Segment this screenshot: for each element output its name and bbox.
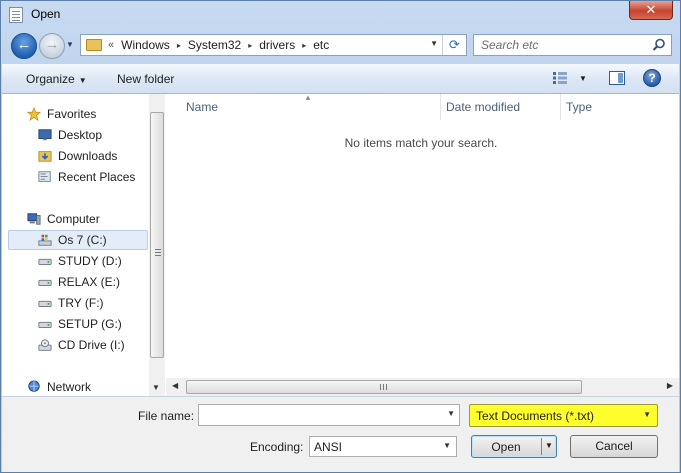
open-button[interactable]: Open ▼ bbox=[471, 435, 557, 458]
file-list-scrollbar[interactable]: ◀ ▶ bbox=[166, 378, 679, 396]
breadcrumb-drivers[interactable]: drivers bbox=[259, 38, 295, 52]
breadcrumb-separator-icon[interactable]: ▸ bbox=[302, 41, 306, 50]
help-icon[interactable]: ? bbox=[643, 69, 661, 87]
back-button[interactable]: ← bbox=[11, 33, 37, 59]
chevron-down-icon[interactable]: ▼ bbox=[447, 409, 455, 418]
address-dropdown-icon[interactable]: ▼ bbox=[430, 39, 438, 48]
desktop-icon bbox=[38, 129, 52, 141]
network-icon bbox=[28, 380, 40, 392]
scrollbar-thumb[interactable] bbox=[186, 380, 582, 394]
column-header-name[interactable]: ▲ Name bbox=[166, 93, 441, 120]
empty-message: No items match your search. bbox=[344, 136, 498, 150]
search-icon[interactable] bbox=[651, 37, 667, 53]
breadcrumb-overflow[interactable]: « bbox=[108, 39, 114, 51]
sidebar-item-label: SETUP (G:) bbox=[58, 317, 122, 331]
grip-icon bbox=[155, 249, 161, 256]
content-area: Favorites Desktop Downloads Recent Place… bbox=[2, 93, 679, 396]
column-label: Type bbox=[566, 100, 593, 114]
file-type-select[interactable]: Text Documents (*.txt) ▼ bbox=[469, 404, 658, 427]
refresh-icon[interactable]: ⟳ bbox=[442, 35, 466, 55]
chevron-down-icon: ▼ bbox=[78, 76, 87, 85]
drive-icon bbox=[38, 279, 52, 286]
drive-icon bbox=[38, 300, 52, 307]
new-folder-button[interactable]: New folder bbox=[117, 72, 174, 86]
breadcrumb-separator-icon[interactable]: ▸ bbox=[248, 41, 252, 50]
organize-button[interactable]: Organize ▼ bbox=[26, 72, 87, 86]
sort-ascending-icon: ▲ bbox=[304, 93, 312, 102]
cd-drive-icon bbox=[38, 339, 52, 351]
column-header-type[interactable]: Type bbox=[561, 94, 679, 120]
open-dialog: Open ✕ ← → ▼ « Windows ▸ System32 ▸ driv… bbox=[0, 0, 681, 473]
breadcrumb-system32[interactable]: System32 bbox=[188, 38, 241, 52]
sidebar-item-label: Favorites bbox=[47, 107, 97, 121]
windows-drive-icon bbox=[38, 234, 52, 246]
folder-icon bbox=[86, 39, 102, 51]
open-button-label: Open bbox=[491, 440, 521, 454]
star-icon bbox=[26, 107, 42, 121]
scrollbar-thumb[interactable] bbox=[150, 112, 164, 358]
search-input[interactable] bbox=[481, 35, 651, 55]
file-name-label: File name: bbox=[138, 409, 195, 423]
sidebar-scrollbar[interactable]: ▼ bbox=[149, 94, 165, 396]
drive-icon bbox=[38, 321, 52, 328]
split-divider bbox=[541, 438, 542, 455]
notepad-icon bbox=[9, 7, 23, 23]
dialog-footer: File name: ▼ Text Documents (*.txt) ▼ En… bbox=[2, 396, 679, 472]
organize-label: Organize bbox=[26, 72, 75, 86]
breadcrumb-separator-icon[interactable]: ▸ bbox=[177, 41, 181, 50]
encoding-select[interactable]: ANSI ▼ bbox=[309, 436, 457, 457]
search-box[interactable] bbox=[473, 34, 672, 56]
sidebar-item-label: Network bbox=[47, 380, 92, 394]
breadcrumb-windows[interactable]: Windows bbox=[121, 38, 170, 52]
sidebar-item-label: CD Drive (I:) bbox=[58, 338, 125, 352]
cancel-button[interactable]: Cancel bbox=[570, 435, 658, 458]
breadcrumb-etc[interactable]: etc bbox=[313, 38, 329, 52]
forward-button[interactable]: → bbox=[39, 33, 65, 59]
sidebar-item-label: Recent Places bbox=[58, 170, 136, 184]
sidebar-item-label: Desktop bbox=[58, 128, 103, 142]
address-bar[interactable]: « Windows ▸ System32 ▸ drivers ▸ etc ▼ ⟳ bbox=[80, 34, 467, 56]
close-button[interactable]: ✕ bbox=[629, 1, 673, 20]
sidebar-item-label: RELAX (E:) bbox=[58, 275, 121, 289]
sidebar-item-label: TRY (F:) bbox=[58, 296, 104, 310]
command-bar: Organize ▼ New folder ▼ ? bbox=[2, 64, 679, 94]
chevron-down-icon[interactable]: ▼ bbox=[443, 441, 451, 450]
downloads-folder-icon bbox=[38, 151, 52, 162]
column-label: Date modified bbox=[446, 100, 521, 114]
history-dropdown-icon[interactable]: ▼ bbox=[66, 39, 76, 51]
file-list: ▲ Name Date modified Type No items match… bbox=[166, 93, 679, 396]
views-dropdown-icon[interactable]: ▼ bbox=[579, 74, 587, 83]
file-type-value: Text Documents (*.txt) bbox=[476, 409, 595, 423]
scroll-left-icon[interactable]: ◀ bbox=[172, 381, 178, 390]
sidebar-item-label: Os 7 (C:) bbox=[58, 233, 107, 247]
chevron-down-icon[interactable]: ▼ bbox=[643, 410, 651, 419]
encoding-label: Encoding: bbox=[250, 440, 304, 454]
encoding-value: ANSI bbox=[314, 440, 343, 454]
drive-icon bbox=[38, 258, 52, 265]
file-name-combo[interactable]: ▼ bbox=[198, 404, 460, 426]
window-title: Open bbox=[31, 7, 61, 21]
recent-places-icon bbox=[38, 171, 51, 182]
file-name-input[interactable] bbox=[202, 405, 442, 425]
scroll-right-icon[interactable]: ▶ bbox=[667, 381, 673, 390]
sidebar-item-label: Downloads bbox=[58, 149, 118, 163]
open-dropdown-icon[interactable]: ▼ bbox=[545, 441, 553, 450]
navigation-pane: Favorites Desktop Downloads Recent Place… bbox=[2, 94, 165, 396]
views-icon[interactable] bbox=[553, 71, 567, 85]
column-label: Name bbox=[186, 100, 219, 114]
grip-icon bbox=[380, 384, 387, 390]
title-bar: Open ✕ bbox=[1, 1, 680, 29]
column-header-date-modified[interactable]: Date modified bbox=[441, 94, 561, 120]
sidebar-item-label: Computer bbox=[47, 212, 100, 226]
sidebar-item-label: STUDY (D:) bbox=[58, 254, 122, 268]
sidebar-item-drive-c[interactable]: Os 7 (C:) bbox=[8, 230, 148, 250]
computer-icon bbox=[27, 213, 41, 225]
preview-pane-icon[interactable] bbox=[609, 71, 625, 85]
scroll-down-icon[interactable]: ▼ bbox=[152, 383, 160, 392]
